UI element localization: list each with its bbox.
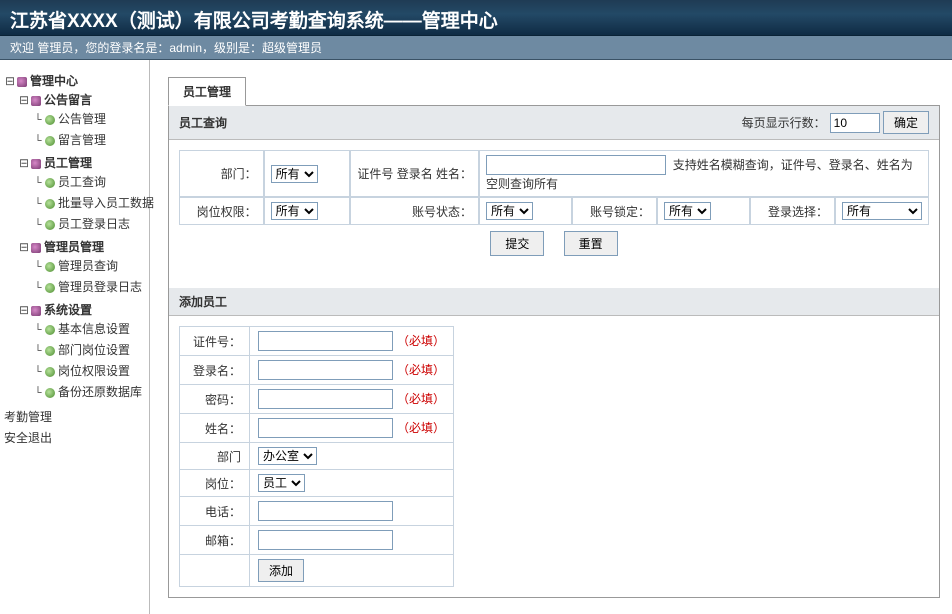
label-idname: 证件号 登录名 姓名： [350,150,479,197]
leaf-icon [45,136,55,146]
leaf-icon [45,283,55,293]
login-sel-select[interactable]: 所有 [842,202,922,220]
add-button[interactable]: 添加 [258,559,304,582]
tab-staff-manage[interactable]: 员工管理 [168,77,246,106]
add-heading: 添加员工 [179,293,227,310]
position-select[interactable]: 员工 [258,474,305,492]
tree-collapse-icon[interactable]: ⊟ [4,74,16,89]
folder-icon [31,243,41,253]
dept-select[interactable]: 所有 [271,165,318,183]
login-input[interactable] [258,360,393,380]
leaf-icon [45,367,55,377]
label-add-dept: 部门 [180,443,250,470]
rows-confirm-button[interactable]: 确定 [883,111,929,134]
tree-collapse-icon[interactable]: ⊟ [18,93,30,108]
nav-staff-loginlog[interactable]: 员工登录日志 [58,217,130,231]
folder-icon [31,306,41,316]
tree-group-announce[interactable]: 公告留言 [44,93,92,107]
label-id: 证件号： [180,327,250,356]
required-mark: （必填） [397,334,445,348]
label-name: 姓名： [180,414,250,443]
nav-role-perm[interactable]: 岗位权限设置 [58,364,130,378]
nav-admin-query[interactable]: 管理员查询 [58,259,118,273]
required-mark: （必填） [397,363,445,377]
nav-backup-restore[interactable]: 备份还原数据库 [58,385,142,399]
tree-group-staff[interactable]: 员工管理 [44,156,92,170]
nav-logout[interactable]: 安全退出 [4,431,52,445]
label-dept: 部门： [179,150,264,197]
email-input[interactable] [258,530,393,550]
add-dept-select[interactable]: 办公室 [258,447,317,465]
required-mark: （必填） [397,392,445,406]
label-login-sel: 登录选择： [750,197,835,225]
rows-per-page-label: 每页显示行数： [742,114,826,131]
folder-icon [17,77,27,87]
nav-basic-settings[interactable]: 基本信息设置 [58,322,130,336]
leaf-icon [45,178,55,188]
tree-root[interactable]: 管理中心 [30,74,78,88]
tree-collapse-icon[interactable]: ⊟ [18,240,30,255]
leaf-icon [45,262,55,272]
nav-dept-position[interactable]: 部门岗位设置 [58,343,130,357]
required-mark: （必填） [397,421,445,435]
rows-per-page-input[interactable] [830,113,880,133]
acc-lock-select[interactable]: 所有 [664,202,711,220]
label-position: 岗位： [180,470,250,497]
submit-button[interactable]: 提交 [490,231,544,256]
leaf-icon [45,115,55,125]
nav-staff-import[interactable]: 批量导入员工数据 [58,196,154,210]
label-acc-status: 账号状态： [350,197,479,225]
welcome-bar: 欢迎 管理员，您的登录名是：admin，级别是：超级管理员 [0,36,952,60]
tree-group-settings[interactable]: 系统设置 [44,303,92,317]
leaf-icon [45,325,55,335]
tree-collapse-icon[interactable]: ⊟ [18,156,30,171]
label-role: 岗位权限： [179,197,264,225]
idname-input[interactable] [486,155,666,175]
label-login: 登录名： [180,356,250,385]
nav-attendance[interactable]: 考勤管理 [4,410,52,424]
leaf-icon [45,346,55,356]
nav-message-manage[interactable]: 留言管理 [58,133,106,147]
label-email: 邮箱： [180,526,250,555]
tree-group-admin[interactable]: 管理员管理 [44,240,104,254]
leaf-icon [45,199,55,209]
pwd-input[interactable] [258,389,393,409]
app-title: 江苏省XXXX（测试）有限公司考勤查询系统——管理中心 [10,6,942,33]
folder-icon [31,96,41,106]
folder-icon [31,159,41,169]
label-pwd: 密码： [180,385,250,414]
role-select[interactable]: 所有 [271,202,318,220]
phone-input[interactable] [258,501,393,521]
label-phone: 电话： [180,497,250,526]
acc-status-select[interactable]: 所有 [486,202,533,220]
nav-staff-query[interactable]: 员工查询 [58,175,106,189]
leaf-icon [45,388,55,398]
search-heading: 员工查询 [179,114,227,131]
leaf-icon [45,220,55,230]
label-acc-lock: 账号锁定： [572,197,657,225]
name-input[interactable] [258,418,393,438]
nav-admin-loginlog[interactable]: 管理员登录日志 [58,280,142,294]
tree-collapse-icon[interactable]: ⊟ [18,303,30,318]
id-input[interactable] [258,331,393,351]
nav-announce-manage[interactable]: 公告管理 [58,112,106,126]
reset-button[interactable]: 重置 [564,231,618,256]
